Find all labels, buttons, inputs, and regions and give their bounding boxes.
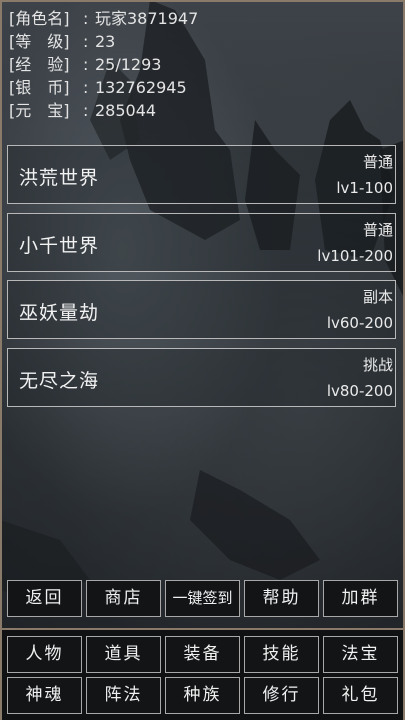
back-button[interactable]: 返回 (7, 580, 82, 617)
nav-cultivation-button[interactable]: 修行 (244, 677, 319, 714)
nav-soul-button[interactable]: 神魂 (7, 677, 82, 714)
world-type: 副本 (362, 288, 393, 306)
player-ingot-label: [元 宝] (9, 101, 70, 120)
nav-skills-button[interactable]: 技能 (244, 636, 319, 673)
player-level-value: 23 (95, 32, 116, 51)
world-card-xiaoqian[interactable]: 小千世界 普通 lv101-200 (7, 213, 396, 272)
player-silver-value: 132762945 (95, 78, 187, 97)
colon: : (83, 55, 89, 74)
player-silver-row: [银 币]:132762945 (9, 76, 198, 99)
nav-equipment-button[interactable]: 装备 (165, 636, 240, 673)
world-card-wujin[interactable]: 无尽之海 挑战 lv80-200 (7, 348, 396, 407)
world-card-wuyao[interactable]: 巫妖量劫 副本 lv60-200 (7, 280, 396, 339)
player-exp-row: [经 验]:25/1293 (9, 53, 198, 76)
player-name-value: 玩家3871947 (95, 9, 199, 28)
nav-race-button[interactable]: 种族 (165, 677, 240, 714)
nav-items-button[interactable]: 道具 (86, 636, 161, 673)
colon: : (83, 101, 89, 120)
player-level-row: [等 级]:23 (9, 30, 198, 53)
world-name: 巫妖量劫 (19, 302, 100, 324)
colon: : (83, 78, 89, 97)
colon: : (83, 9, 89, 28)
player-level-label: [等 级] (9, 32, 70, 51)
world-name: 无尽之海 (19, 370, 100, 392)
player-exp-value: 25/1293 (95, 55, 162, 74)
join-group-button[interactable]: 加群 (323, 580, 398, 617)
colon: : (83, 32, 89, 51)
world-type: 挑战 (362, 356, 393, 374)
world-type: 普通 (362, 221, 393, 239)
world-level-range: lv101-200 (317, 247, 393, 265)
world-name: 洪荒世界 (19, 167, 100, 189)
player-silver-label: [银 币] (9, 78, 70, 97)
player-info-panel: [角色名]: 玩家3871947 [等 级]:23 [经 验]:25/1293 [… (9, 7, 198, 122)
nav-character-button[interactable]: 人物 (7, 636, 82, 673)
nav-treasure-button[interactable]: 法宝 (323, 636, 398, 673)
player-name-row: [角色名]: 玩家3871947 (9, 7, 198, 30)
help-button[interactable]: 帮助 (244, 580, 319, 617)
player-ingot-row: [元 宝]:285044 (9, 99, 198, 122)
world-name: 小千世界 (19, 235, 100, 257)
shop-button[interactable]: 商店 (86, 580, 161, 617)
player-name-label: [角色名] (9, 9, 70, 28)
checkin-button[interactable]: 一键签到 (165, 580, 240, 617)
world-level-range: lv1-100 (336, 179, 393, 197)
world-type: 普通 (362, 153, 393, 171)
player-ingot-value: 285044 (95, 101, 157, 120)
world-level-range: lv80-200 (326, 382, 393, 400)
nav-formation-button[interactable]: 阵法 (86, 677, 161, 714)
world-level-range: lv60-200 (326, 314, 393, 332)
nav-gift-button[interactable]: 礼包 (323, 677, 398, 714)
world-card-honghuang[interactable]: 洪荒世界 普通 lv1-100 (7, 145, 396, 204)
player-exp-label: [经 验] (9, 55, 70, 74)
